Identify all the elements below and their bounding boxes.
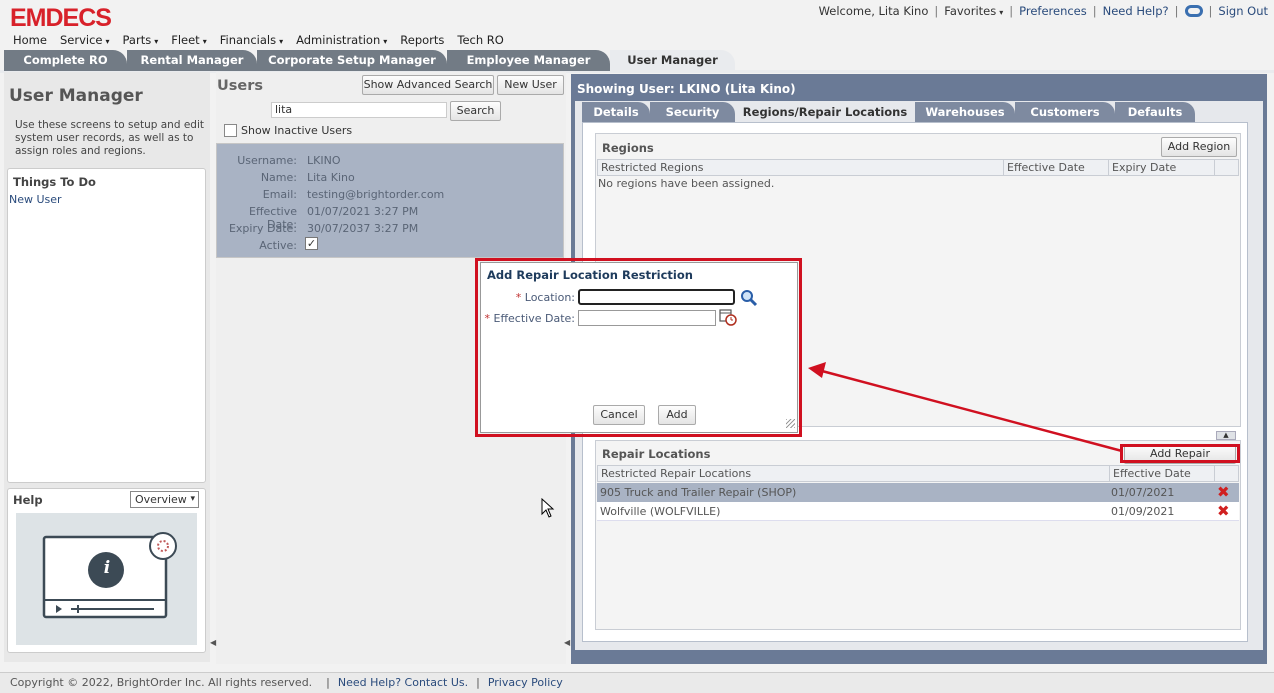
effective-date-input[interactable]: [578, 310, 716, 326]
mouse-cursor-icon: [541, 498, 555, 518]
contact-link[interactable]: Need Help? Contact Us.: [338, 676, 468, 689]
footer-text: Copyright © 2022, BrightOrder Inc. All r…: [10, 676, 563, 689]
add-button[interactable]: Add: [658, 405, 696, 425]
copyright-text: Copyright © 2022, BrightOrder Inc. All r…: [10, 676, 313, 689]
privacy-policy-link[interactable]: Privacy Policy: [488, 676, 563, 689]
dialog-title: Add Repair Location Restriction: [487, 268, 693, 282]
calendar-clock-icon[interactable]: [719, 308, 737, 326]
resize-grip-icon[interactable]: [786, 419, 795, 428]
location-label: Location:: [524, 291, 575, 304]
effective-date-label: Effective Date:: [493, 312, 576, 325]
location-input[interactable]: [578, 289, 735, 305]
search-icon[interactable]: [740, 289, 758, 307]
cancel-button[interactable]: Cancel: [593, 405, 645, 425]
